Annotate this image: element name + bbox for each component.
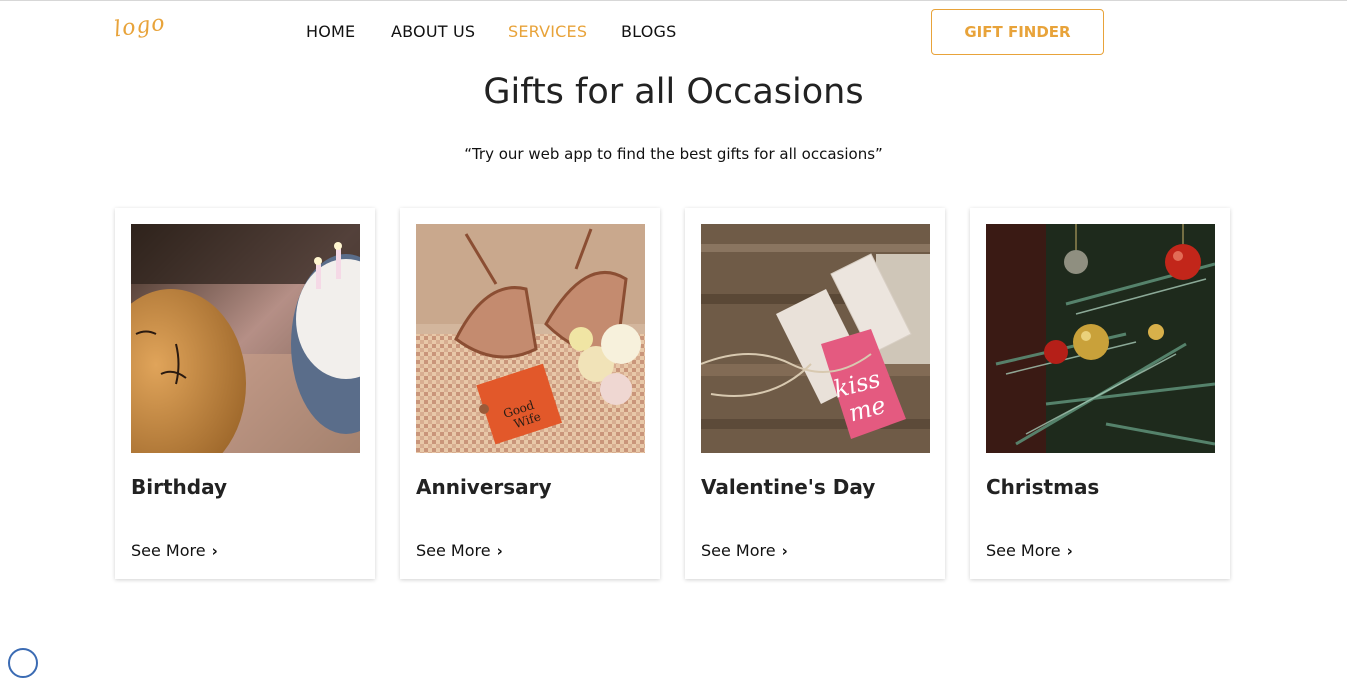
birthday-image <box>131 224 360 453</box>
page-subtitle: “Try our web app to find the best gifts … <box>464 145 883 163</box>
chevron-right-icon: › <box>1066 541 1073 560</box>
card-title: Birthday <box>131 475 227 499</box>
chevron-right-icon: › <box>496 541 503 560</box>
occasion-card-birthday[interactable]: Birthday See More › <box>115 208 375 579</box>
chevron-right-icon: › <box>781 541 788 560</box>
anniversary-image: Good Wife <box>416 224 645 453</box>
christmas-image <box>986 224 1215 453</box>
nav-home[interactable]: HOME <box>306 22 355 41</box>
see-more-link[interactable]: See More › <box>416 541 503 560</box>
top-divider <box>0 0 1347 1</box>
gift-finder-button[interactable]: GIFT FINDER <box>931 9 1104 55</box>
nav-blogs[interactable]: BLOGS <box>621 22 676 41</box>
see-more-label: See More <box>131 541 206 560</box>
see-more-label: See More <box>986 541 1061 560</box>
occasion-card-valentines-day[interactable]: kiss me Valentine's Day See More › <box>685 208 945 579</box>
see-more-link[interactable]: See More › <box>131 541 218 560</box>
occasion-card-anniversary[interactable]: Good Wife Anniversary See More › <box>400 208 660 579</box>
chevron-right-icon: › <box>211 541 218 560</box>
nav-about-us[interactable]: ABOUT US <box>391 22 475 41</box>
see-more-link[interactable]: See More › <box>701 541 788 560</box>
card-title: Christmas <box>986 475 1100 499</box>
page-title: Gifts for all Occasions <box>483 72 864 112</box>
occasion-card-christmas[interactable]: Christmas See More › <box>970 208 1230 579</box>
card-title: Anniversary <box>416 475 552 499</box>
see-more-link[interactable]: See More › <box>986 541 1073 560</box>
see-more-label: See More <box>701 541 776 560</box>
logo[interactable]: logo <box>113 11 168 43</box>
see-more-label: See More <box>416 541 491 560</box>
valentines-day-image: kiss me <box>701 224 930 453</box>
nav-services[interactable]: SERVICES <box>508 22 587 41</box>
card-title: Valentine's Day <box>701 475 876 499</box>
